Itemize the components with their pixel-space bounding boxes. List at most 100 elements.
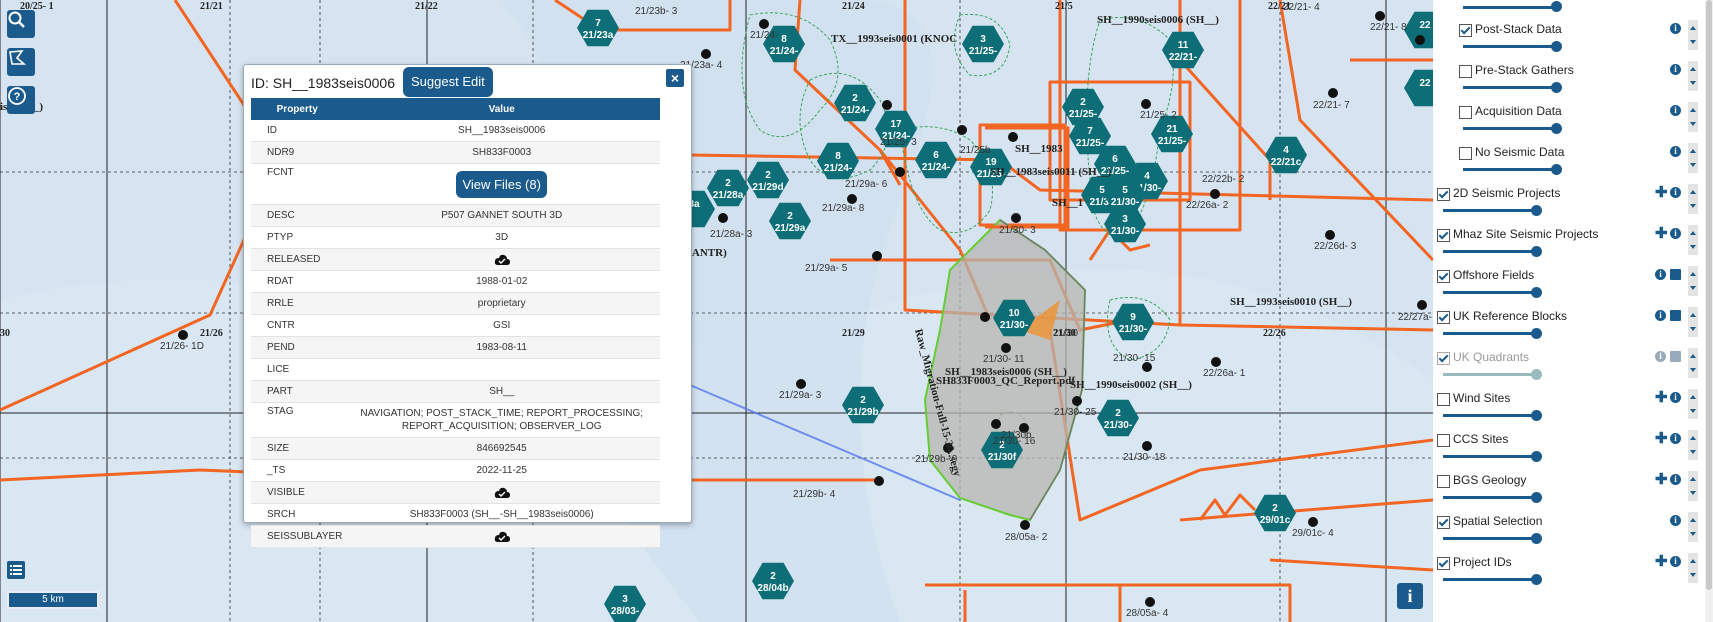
reorder-arrows[interactable] bbox=[1688, 20, 1698, 50]
opacity-slider-track[interactable] bbox=[1463, 86, 1559, 89]
opacity-slider-knob[interactable] bbox=[1551, 1, 1562, 12]
acquisition-checkbox[interactable] bbox=[1459, 106, 1472, 119]
property-value: SH__1983seis0006 bbox=[343, 120, 660, 142]
uk-quadrants-checkbox[interactable] bbox=[1437, 352, 1450, 365]
well-label: 21/29a- 8 bbox=[822, 203, 865, 214]
info-icon[interactable]: i bbox=[1670, 228, 1681, 239]
opacity-slider-track[interactable] bbox=[1443, 291, 1539, 294]
help-button[interactable]: ? bbox=[7, 86, 35, 114]
info-icon[interactable]: i bbox=[1670, 515, 1681, 526]
info-icon[interactable]: i bbox=[1670, 23, 1681, 34]
opacity-slider-knob[interactable] bbox=[1531, 574, 1542, 585]
map-canvas[interactable]: 721/23a 821/24-321/25-1122/21-221/24-1721… bbox=[0, 0, 1433, 622]
info-icon[interactable]: i bbox=[1670, 474, 1681, 485]
info-icon[interactable]: i bbox=[1670, 433, 1681, 444]
panel-scrollbar-thumb[interactable] bbox=[1706, 0, 1712, 590]
opacity-slider-knob[interactable] bbox=[1531, 533, 1542, 544]
info-icon[interactable]: i bbox=[1670, 187, 1681, 198]
reorder-arrows[interactable] bbox=[1688, 266, 1698, 296]
reorder-arrows[interactable] bbox=[1688, 102, 1698, 132]
info-icon[interactable]: i bbox=[1670, 146, 1681, 157]
opacity-slider-track[interactable] bbox=[1443, 332, 1539, 335]
pre-stack-checkbox[interactable] bbox=[1459, 65, 1472, 78]
add-icon[interactable]: ✚ bbox=[1655, 226, 1668, 241]
map-info-button[interactable]: i bbox=[1397, 583, 1423, 609]
legend-icon[interactable] bbox=[1670, 269, 1681, 280]
post-stack-checkbox[interactable] bbox=[1459, 24, 1472, 37]
opacity-slider-knob[interactable] bbox=[1531, 246, 1542, 257]
map-view[interactable]: 7 21/23a 8 21/24- 3 21/25- 11 22/21- 2 21/24- 17 21… bbox=[0, 0, 1433, 622]
add-icon[interactable]: ✚ bbox=[1655, 185, 1668, 200]
info-icon[interactable]: i bbox=[1655, 310, 1666, 321]
uk-blocks-checkbox[interactable] bbox=[1437, 311, 1450, 324]
reorder-arrows[interactable] bbox=[1688, 430, 1698, 460]
reorder-arrows[interactable] bbox=[1688, 61, 1698, 91]
legend-list-button[interactable] bbox=[7, 561, 25, 579]
opacity-slider-knob[interactable] bbox=[1531, 287, 1542, 298]
opacity-slider-knob[interactable] bbox=[1531, 410, 1542, 421]
view-files-button[interactable]: View Files (8) bbox=[456, 170, 547, 198]
property-value: P507 GANNET SOUTH 3D bbox=[343, 204, 660, 227]
opacity-slider-knob[interactable] bbox=[1551, 41, 1562, 52]
add-icon[interactable]: ✚ bbox=[1655, 390, 1668, 405]
reorder-arrows[interactable] bbox=[1688, 348, 1698, 378]
opacity-slider-track[interactable] bbox=[1443, 496, 1539, 499]
add-icon[interactable]: ✚ bbox=[1655, 554, 1668, 569]
offshore-fields-checkbox[interactable] bbox=[1437, 270, 1450, 283]
opacity-slider-track[interactable] bbox=[1463, 6, 1559, 9]
spatial-selection-checkbox[interactable] bbox=[1437, 516, 1450, 529]
opacity-slider-knob[interactable] bbox=[1531, 451, 1542, 462]
opacity-slider-track[interactable] bbox=[1443, 209, 1539, 212]
opacity-slider-track[interactable] bbox=[1443, 414, 1539, 417]
zoom-search-button[interactable] bbox=[7, 10, 35, 38]
opacity-slider-track[interactable] bbox=[1443, 455, 1539, 458]
opacity-slider-knob[interactable] bbox=[1551, 164, 1562, 175]
wind-sites-checkbox[interactable] bbox=[1437, 393, 1450, 406]
layer-mhaz: Mhaz Site Seismic Projects ✚ i bbox=[1433, 225, 1713, 265]
info-icon[interactable]: i bbox=[1670, 556, 1681, 567]
reorder-arrows[interactable] bbox=[1688, 184, 1698, 214]
no-seismic-checkbox[interactable] bbox=[1459, 147, 1472, 160]
draw-polygon-button[interactable] bbox=[7, 48, 35, 76]
opacity-slider-track[interactable] bbox=[1443, 373, 1539, 376]
mhaz-checkbox[interactable] bbox=[1437, 229, 1450, 242]
info-icon[interactable]: i bbox=[1670, 392, 1681, 403]
opacity-slider-track[interactable] bbox=[1443, 537, 1539, 540]
reorder-arrows[interactable] bbox=[1688, 225, 1698, 255]
info-icon[interactable]: i bbox=[1670, 105, 1681, 116]
marker-count: 11 bbox=[1178, 40, 1189, 51]
info-icon[interactable]: i bbox=[1670, 64, 1681, 75]
legend-icon[interactable] bbox=[1670, 351, 1681, 362]
opacity-slider-track[interactable] bbox=[1463, 127, 1559, 130]
ccs-sites-checkbox[interactable] bbox=[1437, 434, 1450, 447]
property-value: SH__ bbox=[343, 380, 660, 403]
2d-seismic-checkbox[interactable] bbox=[1437, 188, 1450, 201]
opacity-slider-track[interactable] bbox=[1463, 168, 1559, 171]
opacity-slider-track[interactable] bbox=[1443, 578, 1539, 581]
reorder-arrows[interactable] bbox=[1688, 143, 1698, 173]
bgs-geology-checkbox[interactable] bbox=[1437, 475, 1450, 488]
reorder-arrows[interactable] bbox=[1688, 307, 1698, 337]
reorder-arrows[interactable] bbox=[1688, 553, 1698, 583]
block-label: 21/22 bbox=[415, 1, 438, 12]
info-icon[interactable]: i bbox=[1655, 269, 1666, 280]
info-icon[interactable]: i bbox=[1655, 351, 1666, 362]
opacity-slider-knob[interactable] bbox=[1531, 369, 1542, 380]
opacity-slider-track[interactable] bbox=[1463, 45, 1559, 48]
opacity-slider-knob[interactable] bbox=[1531, 492, 1542, 503]
opacity-slider-knob[interactable] bbox=[1531, 205, 1542, 216]
suggest-edit-button[interactable]: Suggest Edit bbox=[403, 67, 493, 97]
opacity-slider-knob[interactable] bbox=[1531, 328, 1542, 339]
reorder-arrows[interactable] bbox=[1688, 389, 1698, 419]
opacity-slider-track[interactable] bbox=[1443, 250, 1539, 253]
close-icon[interactable]: × bbox=[666, 69, 684, 87]
opacity-slider-knob[interactable] bbox=[1551, 82, 1562, 93]
reorder-arrows[interactable] bbox=[1688, 512, 1698, 542]
layer-project-ids: Project IDs ✚ i bbox=[1433, 553, 1713, 593]
add-icon[interactable]: ✚ bbox=[1655, 472, 1668, 487]
opacity-slider-knob[interactable] bbox=[1551, 123, 1562, 134]
legend-icon[interactable] bbox=[1670, 310, 1681, 321]
add-icon[interactable]: ✚ bbox=[1655, 431, 1668, 446]
project-ids-checkbox[interactable] bbox=[1437, 557, 1450, 570]
reorder-arrows[interactable] bbox=[1688, 471, 1698, 501]
